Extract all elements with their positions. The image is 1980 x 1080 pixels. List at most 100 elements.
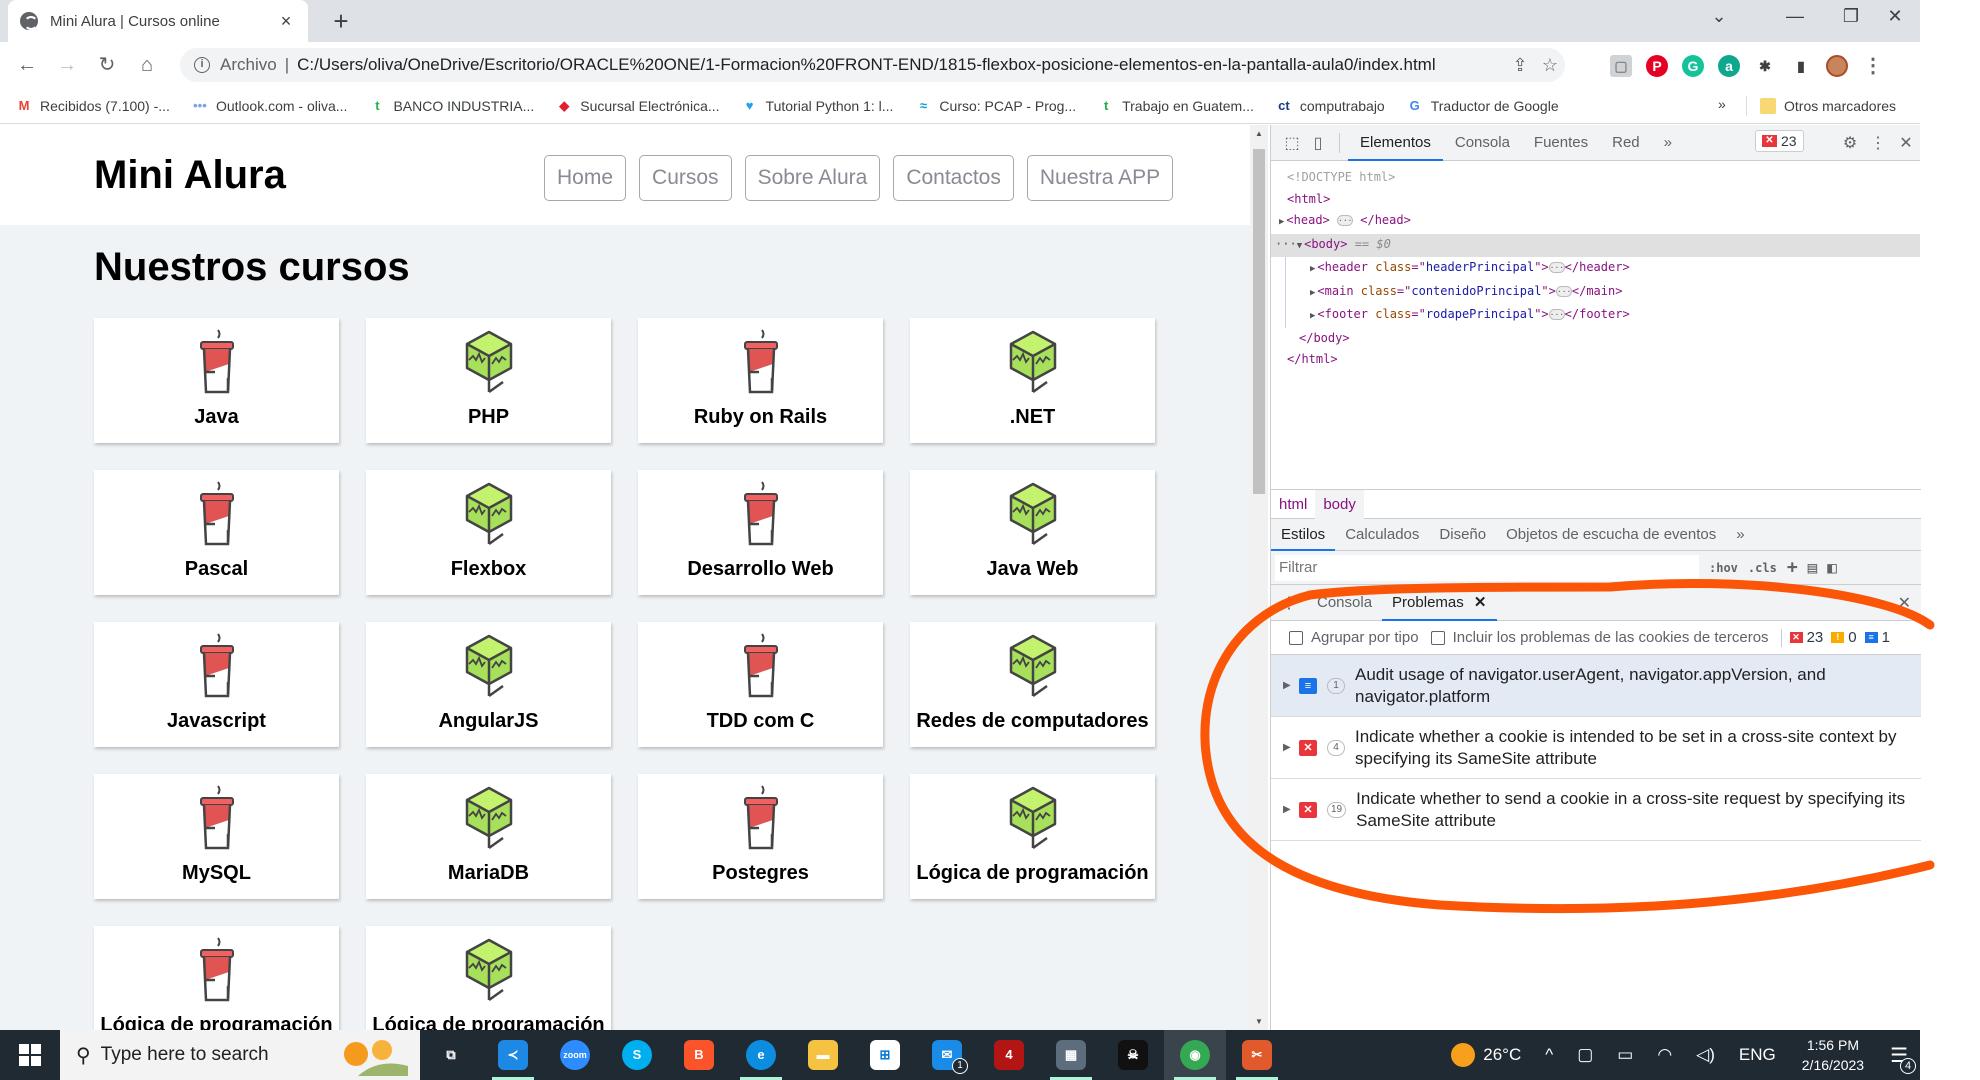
course-card[interactable]: Desarrollo Web [638,470,883,595]
bookmark-item[interactable]: t Trabajo en Guatem... [1098,98,1254,114]
drawer-tab-console[interactable]: Consola [1307,585,1382,621]
expand-issue-arrow-icon[interactable]: ▶ [1283,680,1299,691]
meet-now-icon[interactable]: ▢ [1577,1045,1593,1065]
course-card[interactable]: Redes de computadores [910,622,1155,747]
expand-issue-arrow-icon[interactable]: ▶ [1283,742,1299,753]
collapsed-ellipsis-icon[interactable]: ··· [1548,262,1565,273]
dom-footer-node[interactable]: ▶ <footer class="rodapePrincipal">···</fo… [1285,304,1920,328]
bookmarks-overflow-button[interactable]: » [1718,96,1726,112]
course-card[interactable]: MySQL [94,774,339,899]
taskbar-app-game-dark[interactable]: ☠ [1102,1030,1164,1080]
course-card[interactable]: Java Web [910,470,1155,595]
wifi-icon[interactable]: ◠ [1657,1045,1672,1065]
battery-icon[interactable]: ▭ [1617,1045,1633,1065]
dom-body-close[interactable]: </body> [1271,328,1920,350]
minimize-button[interactable]: — [1772,6,1818,27]
taskbar-app-skype[interactable]: S [606,1030,668,1080]
side-panel-icon[interactable]: ▮ [1790,55,1812,77]
styles-tab-event-listeners[interactable]: Objetos de escucha de eventos [1496,519,1726,551]
new-rule-button[interactable]: + [1787,557,1798,578]
nav-link-contactos[interactable]: Contactos [893,155,1014,201]
drawer-tab-problems[interactable]: Problemas ✕ [1382,585,1497,621]
taskbar-app-chrome[interactable]: ◉ [1164,1030,1226,1080]
device-toolbar-icon[interactable]: ▯ [1305,133,1331,153]
course-card[interactable]: Flexbox [366,470,611,595]
bookmark-item[interactable]: M Recibidos (7.100) -... [16,98,170,114]
taskbar-app-brave[interactable]: B [668,1030,730,1080]
restore-button[interactable]: ❐ [1828,6,1874,27]
taskbar-app-store[interactable]: ⊞ [854,1030,916,1080]
course-card[interactable]: Lógica de programación [94,926,339,1030]
puzzle-icon[interactable]: ✱ [1754,55,1776,77]
course-card[interactable]: Java [94,318,339,443]
course-card[interactable]: Lógica de programación [910,774,1155,899]
expand-triangle-icon[interactable]: ▶ [1310,288,1315,298]
dom-html-open[interactable]: <html> [1271,189,1920,211]
other-bookmarks-folder[interactable]: Otros marcadores [1760,88,1896,124]
styles-more-tabs-button[interactable]: » [1726,519,1754,551]
address-bar[interactable]: i Archivo | C:/Users/oliva/OneDrive/Escr… [180,48,1565,82]
bookmark-item[interactable]: ♥ Tutorial Python 1: l... [742,98,894,114]
course-card[interactable]: Javascript [94,622,339,747]
grammarly-icon[interactable]: G [1682,55,1704,77]
issue-row[interactable]: ▶ ✕ 4 Indicate whether a cookie is intended… [1271,717,1921,779]
taskbar-app-edge[interactable]: e [730,1030,792,1080]
collapsed-ellipsis-icon[interactable]: ··· [1337,215,1354,226]
dom-html-close[interactable]: </html> [1271,349,1920,371]
issue-row[interactable]: ▶ ≡ 1 Audit usage of navigator.userAgent, n… [1271,655,1921,717]
collapse-triangle-icon[interactable]: ▼ [1297,241,1302,251]
site-info-icon[interactable]: i [194,57,210,73]
course-card[interactable]: Postegres [638,774,883,899]
volume-icon[interactable]: ◁) [1696,1045,1715,1065]
error-count-badge[interactable]: ✕ 23 [1755,130,1804,152]
browser-menu-icon[interactable]: ⋮ [1862,55,1884,77]
devtools-menu-icon[interactable]: ⋮ [1865,133,1891,153]
new-tab-button[interactable]: + [326,6,356,37]
taskbar-app-vscode[interactable]: ≺ [482,1030,544,1080]
devtools-tab-sources[interactable]: Fuentes [1522,125,1600,161]
styles-tab-styles[interactable]: Estilos [1271,519,1336,551]
collapsed-ellipsis-icon[interactable]: ··· [1548,309,1565,320]
styles-filter-input[interactable] [1275,554,1699,581]
nav-link-cursos[interactable]: Cursos [639,155,732,201]
course-card[interactable]: Lógica de programación [366,926,611,1030]
taskbar-app-snipping-tool[interactable]: ✂ [1226,1030,1288,1080]
reload-button[interactable]: ↻ [92,50,122,80]
course-card[interactable]: Ruby on Rails [638,318,883,443]
tab-search-button[interactable]: ⌄ [1696,6,1742,27]
expand-triangle-icon[interactable]: ▶ [1279,217,1284,227]
devtools-more-tabs-button[interactable]: » [1652,125,1684,161]
taskbar-app-file-explorer[interactable]: ▬ [792,1030,854,1080]
expand-triangle-icon[interactable]: ▶ [1310,311,1315,321]
dom-main-node[interactable]: ▶ <main class="contenidoPrincipal">···</m… [1285,280,1920,304]
include-third-party-checkbox[interactable] [1430,630,1445,645]
toggle-sidebar-icon[interactable]: ◧ [1827,558,1837,577]
dom-body-node[interactable]: ···▼ <body> == $0 [1271,233,1920,257]
breadcrumb-body[interactable]: body [1315,489,1364,519]
dom-header-node[interactable]: ▶ <header class="headerPrincipal">···</he… [1285,257,1920,281]
class-toggle[interactable]: .cls [1748,561,1777,575]
show-hidden-icons-chevron-icon[interactable]: ^ [1545,1045,1553,1065]
taskbar-search-box[interactable]: ⚲ Type here to search [60,1030,420,1080]
weather-sun-icon[interactable] [1451,1043,1476,1067]
close-problems-tab-icon[interactable]: ✕ [1474,594,1487,611]
close-window-button[interactable]: ✕ [1872,6,1918,27]
reader-mode-icon[interactable]: ▢ [1610,55,1632,77]
devtools-tab-console[interactable]: Consola [1443,125,1522,161]
node-actions-icon[interactable]: ··· [1275,237,1297,251]
dom-doctype[interactable]: <!DOCTYPE html> [1271,167,1920,189]
home-button[interactable]: ⌂ [132,50,162,80]
drawer-menu-icon[interactable]: ⋮ [1271,593,1307,613]
pinterest-icon[interactable]: P [1646,55,1668,77]
browser-tab-active[interactable]: Mini Alura | Cursos online × [8,0,308,42]
taskbar-app-game-4[interactable]: 4 [978,1030,1040,1080]
share-icon[interactable]: ⇪ [1505,55,1535,76]
start-button[interactable] [0,1030,60,1080]
course-card[interactable]: PHP [366,318,611,443]
paint-brush-icon[interactable]: ▤ [1808,558,1818,577]
taskbar-app-mail[interactable]: ✉ 1 [916,1030,978,1080]
course-card[interactable]: Pascal [94,470,339,595]
scroll-thumb[interactable] [1253,149,1265,494]
devtools-tab-elements[interactable]: Elementos [1348,125,1443,161]
styles-tab-computed[interactable]: Calculados [1335,519,1429,551]
